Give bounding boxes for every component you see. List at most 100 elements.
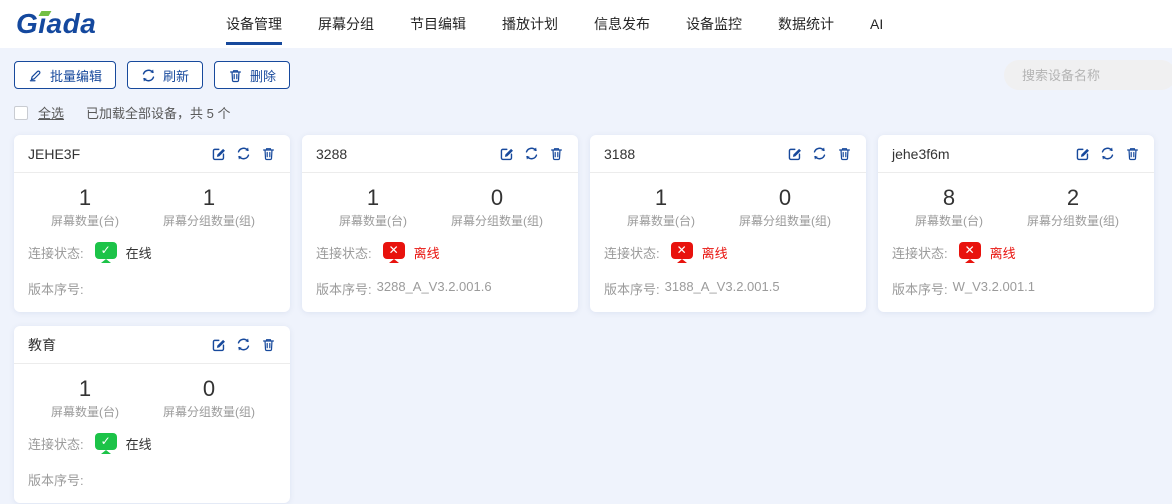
version-value: 3288_A_V3.2.001.6 [377,279,492,298]
status-glyph [389,244,399,256]
delete-device-icon[interactable] [837,146,852,161]
group-count-value: 0 [718,185,852,211]
version-value: W_V3.2.001.1 [953,279,1035,298]
tab-ai[interactable]: AI [870,0,883,48]
device-card-grid: JEHE3F 1 屏幕数量(台) 1 屏幕分组数量(组) [14,135,1158,503]
screen-count-label: 屏幕数量(台) [316,212,430,229]
refresh-device-icon[interactable] [236,337,251,352]
status-text: 在线 [126,243,152,262]
card-body: 8 屏幕数量(台) 2 屏幕分组数量(组) 连接状态: 离线 版本序号: W_V… [878,173,1154,298]
card-body: 1 屏幕数量(台) 0 屏幕分组数量(组) 连接状态: 离线 版本序号: 318… [590,173,866,298]
group-count-label: 屏幕分组数量(组) [142,212,276,229]
connection-status-label: 连接状态: [28,243,84,262]
device-stats: 1 屏幕数量(台) 0 屏幕分组数量(组) [316,185,564,229]
status-text: 离线 [702,243,728,262]
monitor-check-icon [95,242,117,259]
brand-logo: Giada [16,10,134,38]
refresh-icon [141,68,156,83]
card-actions [211,337,276,352]
tab-device-management[interactable]: 设备管理 [226,0,282,48]
group-count-value: 2 [1006,185,1140,211]
toolbar: 批量编辑 刷新 删除 [14,60,1158,90]
status-glyph [101,244,111,256]
screen-count-label: 屏幕数量(台) [28,403,142,420]
pen-icon [28,68,43,83]
tab-play-schedule[interactable]: 播放计划 [502,0,558,48]
status-text: 在线 [126,434,152,453]
device-stats: 1 屏幕数量(台) 1 屏幕分组数量(组) [28,185,276,229]
refresh-button[interactable]: 刷新 [127,61,203,89]
batch-edit-button[interactable]: 批量编辑 [14,61,116,89]
screen-count-value: 8 [892,185,1006,211]
device-stats: 1 屏幕数量(台) 0 屏幕分组数量(组) [28,376,276,420]
refresh-label: 刷新 [163,66,189,85]
delete-device-icon[interactable] [261,337,276,352]
monitor-x-icon [671,242,693,259]
delete-button[interactable]: 删除 [214,61,290,89]
device-stats: 8 屏幕数量(台) 2 屏幕分组数量(组) [892,185,1140,229]
screen-count-value: 1 [28,376,142,402]
tab-device-monitor[interactable]: 设备监控 [686,0,742,48]
edit-device-icon[interactable] [499,146,514,161]
group-count-label: 屏幕分组数量(组) [1006,212,1140,229]
connection-status-row: 连接状态: 离线 [316,240,564,264]
connection-status-label: 连接状态: [28,434,84,453]
card-body: 1 屏幕数量(台) 0 屏幕分组数量(组) 连接状态: 离线 版本序号: 328… [302,173,578,298]
delete-device-icon[interactable] [549,146,564,161]
card-header: jehe3f6m [878,135,1154,173]
connection-status-label: 连接状态: [892,243,948,262]
refresh-device-icon[interactable] [1100,146,1115,161]
connection-status-row: 连接状态: 离线 [892,240,1140,264]
select-all-label[interactable]: 全选 [38,103,64,122]
status-glyph [101,435,111,447]
search-input[interactable] [1004,60,1172,90]
card-actions [211,146,276,161]
version-row: 版本序号: [28,470,276,489]
connection-status-row: 连接状态: 离线 [604,240,852,264]
card-actions [787,146,852,161]
tab-screen-groups[interactable]: 屏幕分组 [318,0,374,48]
edit-device-icon[interactable] [787,146,802,161]
device-card: 3288 1 屏幕数量(台) 0 屏幕分组数量(组) [302,135,578,312]
card-actions [499,146,564,161]
main-nav: 设备管理 屏幕分组 节目编辑 播放计划 信息发布 设备监控 数据统计 AI [226,0,919,48]
card-header: JEHE3F [14,135,290,173]
edit-device-icon[interactable] [211,337,226,352]
screen-count-label: 屏幕数量(台) [28,212,142,229]
delete-device-icon[interactable] [1125,146,1140,161]
card-header: 3288 [302,135,578,173]
connection-status-row: 连接状态: 在线 [28,240,276,264]
connection-status-label: 连接状态: [604,243,660,262]
version-label: 版本序号: [28,279,84,298]
refresh-device-icon[interactable] [236,146,251,161]
card-body: 1 屏幕数量(台) 0 屏幕分组数量(组) 连接状态: 在线 版本序号: [14,364,290,489]
device-card: 3188 1 屏幕数量(台) 0 屏幕分组数量(组) [590,135,866,312]
tab-data-statistics[interactable]: 数据统计 [778,0,834,48]
screen-count-value: 1 [604,185,718,211]
version-label: 版本序号: [604,279,660,298]
select-all-checkbox[interactable] [14,106,28,120]
device-card: 教育 1 屏幕数量(台) 0 屏幕分组数量(组) [14,326,290,503]
edit-device-icon[interactable] [211,146,226,161]
connection-status-row: 连接状态: 在线 [28,431,276,455]
card-actions [1075,146,1140,161]
delete-device-icon[interactable] [261,146,276,161]
version-row: 版本序号: [28,279,276,298]
refresh-device-icon[interactable] [524,146,539,161]
tab-info-publish[interactable]: 信息发布 [594,0,650,48]
version-row: 版本序号: 3188_A_V3.2.001.5 [604,279,852,298]
tab-program-editing[interactable]: 节目编辑 [410,0,466,48]
connection-status-label: 连接状态: [316,243,372,262]
card-header: 教育 [14,326,290,364]
selection-bar: 全选 已加载全部设备，共 5 个 [14,103,1158,122]
edit-device-icon[interactable] [1075,146,1090,161]
version-row: 版本序号: W_V3.2.001.1 [892,279,1140,298]
version-label: 版本序号: [316,279,372,298]
device-name: JEHE3F [28,146,80,162]
content-area: 批量编辑 刷新 删除 全选 已加载全部设备，共 5 个 JEHE3F [0,48,1172,503]
refresh-device-icon[interactable] [812,146,827,161]
version-row: 版本序号: 3288_A_V3.2.001.6 [316,279,564,298]
device-name: 3288 [316,146,347,162]
version-label: 版本序号: [892,279,948,298]
device-card: jehe3f6m 8 屏幕数量(台) 2 屏幕分组数量(组) [878,135,1154,312]
